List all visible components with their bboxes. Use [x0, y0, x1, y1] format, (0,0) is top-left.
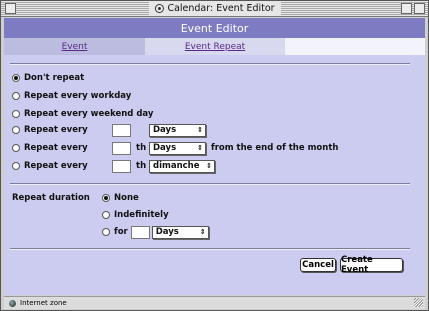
radio-weekend[interactable] — [12, 110, 20, 118]
option-workday[interactable]: Repeat every workday — [12, 88, 131, 104]
label-dont-repeat: Don't repeat — [24, 73, 85, 83]
radio-every-weekday[interactable] — [12, 162, 20, 170]
radio-dont-repeat[interactable] — [12, 74, 20, 82]
label-every-weekday: Repeat every — [24, 161, 88, 171]
radio-duration-none[interactable] — [102, 194, 110, 202]
every-n-unit-value: Days — [153, 125, 177, 135]
duration-for-count-input[interactable] — [130, 225, 150, 239]
close-box[interactable] — [5, 3, 16, 14]
zoom-box[interactable] — [401, 3, 412, 14]
duration-indefinitely-row[interactable]: Indefinitely — [102, 207, 169, 223]
option-dont-repeat[interactable]: Don't repeat — [12, 70, 84, 86]
tab-event-repeat[interactable]: Event Repeat — [145, 38, 285, 55]
status-zone-text: Internet zone — [20, 299, 67, 307]
every-th-end-unit-value: Days — [153, 143, 177, 153]
label-duration-none: None — [114, 193, 139, 203]
tab-event[interactable]: Event — [4, 38, 145, 55]
every-n-count-input[interactable] — [112, 123, 131, 137]
label-every-th-end: Repeat every — [24, 143, 88, 153]
tab-bar: Event Event Repeat — [4, 38, 425, 55]
radio-every-n[interactable] — [12, 126, 20, 134]
label-duration-indefinitely: Indefinitely — [114, 210, 169, 220]
radio-workday[interactable] — [12, 92, 20, 100]
every-weekday-count-input[interactable] — [112, 159, 131, 173]
option-weekend[interactable]: Repeat every weekend day — [12, 106, 153, 122]
title-bar[interactable]: Calendar: Event Editor — [1, 1, 428, 17]
label-workday: Repeat every workday — [24, 91, 132, 101]
collapse-box[interactable] — [414, 3, 425, 14]
duration-for-unit-value: Days — [155, 227, 179, 237]
calendar-app-icon — [154, 4, 164, 13]
option-every-weekday: Repeat every th dimanche ⇕ — [12, 158, 215, 174]
label-th-2: th — [136, 161, 147, 171]
repeat-panel: Don't repeat Repeat every workday Repeat… — [4, 55, 425, 295]
select-arrows-icon: ⇕ — [197, 125, 203, 134]
divider-middle — [10, 183, 410, 185]
tab-empty — [285, 38, 425, 55]
option-every-n: Repeat every Days ⇕ — [12, 122, 206, 138]
label-repeat-duration: Repeat duration — [12, 193, 90, 203]
radio-duration-indefinitely[interactable] — [102, 211, 110, 219]
duration-none-row: Repeat duration None — [12, 190, 139, 206]
every-th-end-unit-select[interactable]: Days ⇕ — [149, 141, 206, 155]
every-th-end-count-input[interactable] — [112, 141, 131, 155]
divider-bottom — [10, 248, 410, 250]
select-arrows-icon: ⇕ — [199, 227, 206, 236]
internet-zone-globe-icon — [9, 299, 16, 307]
divider-top — [10, 63, 410, 65]
window-title-wrap: Calendar: Event Editor — [148, 2, 281, 15]
duration-for-row: for Days ⇕ — [102, 224, 209, 240]
label-weekend: Repeat every weekend day — [24, 109, 154, 119]
page-title: Event Editor — [4, 18, 425, 38]
label-every-n: Repeat every — [24, 125, 88, 135]
label-from-end-of-month: from the end of the month — [211, 143, 339, 153]
resize-grip-icon[interactable] — [414, 298, 423, 307]
radio-duration-for[interactable] — [102, 228, 110, 236]
label-th-1: th — [136, 143, 147, 153]
option-every-th-end: Repeat every th Days ⇕ from the end of t… — [12, 140, 338, 156]
event-editor-window: Calendar: Event Editor Event Editor Even… — [0, 0, 429, 311]
label-duration-for: for — [114, 227, 128, 237]
create-event-button[interactable]: Create Event — [340, 255, 403, 275]
cancel-button[interactable]: Cancel — [300, 258, 336, 272]
every-weekday-day-select[interactable]: dimanche ⇕ — [149, 159, 215, 173]
select-arrows-icon: ⇕ — [197, 143, 203, 152]
window-title: Calendar: Event Editor — [167, 3, 275, 14]
radio-every-th-end[interactable] — [12, 144, 20, 152]
duration-for-unit-select[interactable]: Days ⇕ — [151, 225, 209, 239]
every-n-unit-select[interactable]: Days ⇕ — [149, 123, 206, 137]
select-arrows-icon: ⇕ — [206, 161, 212, 170]
status-bar: Internet zone — [4, 296, 425, 309]
every-weekday-day-value: dimanche — [153, 161, 200, 171]
